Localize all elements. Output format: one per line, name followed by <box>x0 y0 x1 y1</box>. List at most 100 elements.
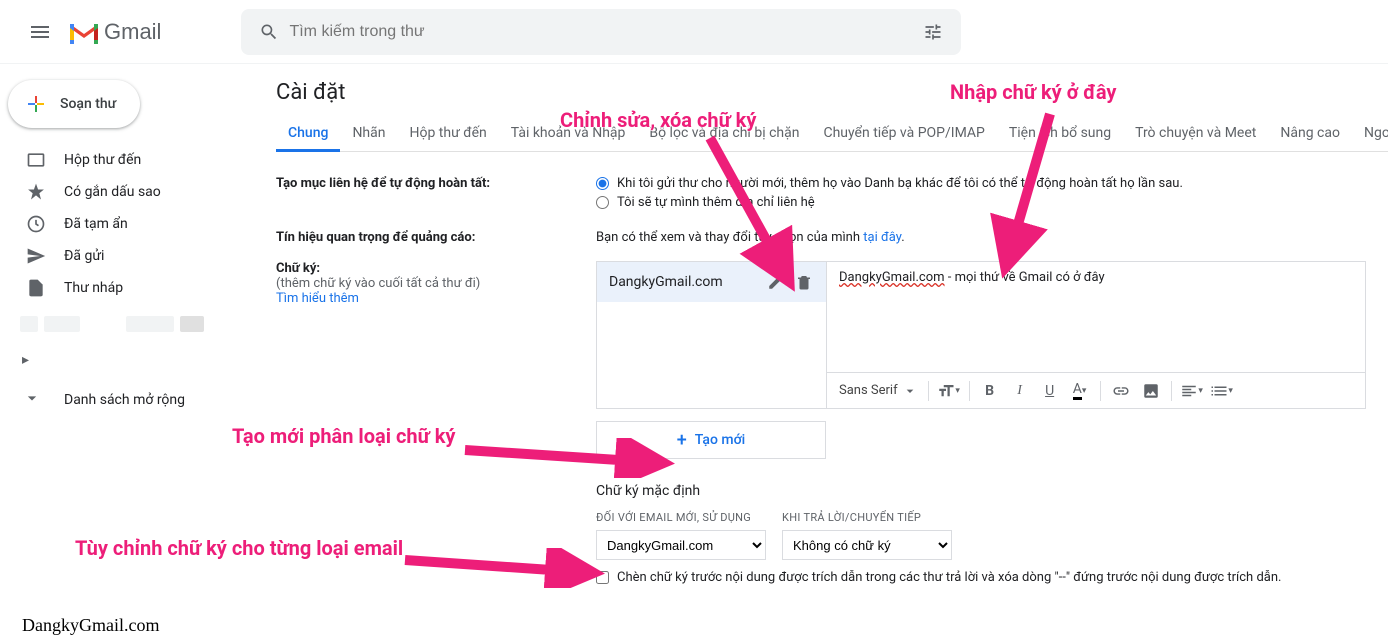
search-bar[interactable] <box>241 9 961 55</box>
setting-ad-signals: Tín hiệu quan trọng để quảng cáo: Bạn có… <box>276 222 1388 253</box>
link-icon <box>1112 382 1130 400</box>
signature-before-quote-checkbox[interactable] <box>596 571 609 584</box>
bold-icon: B <box>985 383 994 399</box>
signature-content-area[interactable]: DangkyGmail.com - mọi thứ về Gmail có ở … <box>827 262 1365 372</box>
drafts-icon <box>26 278 46 298</box>
link-button[interactable] <box>1107 377 1135 405</box>
nav-snoozed[interactable]: Đã tạm ẩn <box>0 208 256 240</box>
font-size-button[interactable]: ▾ <box>935 377 963 405</box>
signature-defaults: Chữ ký mặc định ĐỐI VỚI EMAIL MỚI, SỬ DỤ… <box>596 483 1388 585</box>
tab-offline[interactable]: Ngoại <box>1352 117 1388 151</box>
chevron-right-icon: ▸ <box>22 352 42 368</box>
star-icon <box>26 182 46 202</box>
inbox-icon <box>26 150 46 170</box>
italic-icon: I <box>1017 383 1022 399</box>
signature-name: DangkyGmail.com <box>609 274 762 290</box>
tab-accounts[interactable]: Tài khoản và Nhập <box>499 117 638 151</box>
underline-icon: U <box>1045 383 1054 399</box>
reply-header: KHI TRẢ LỜI/CHUYỂN TIẾP <box>782 511 952 524</box>
gmail-logo[interactable]: Gmail <box>68 19 161 45</box>
ad-signals-text: Bạn có thể xem và thay đổi tùy chọn của … <box>596 230 863 245</box>
contacts-radio-manual-label: Tôi sẽ tự mình thêm địa chỉ liên hệ <box>617 195 815 210</box>
nav-drafts[interactable]: Thư nháp <box>0 272 256 304</box>
signature-list: DangkyGmail.com <box>596 261 826 409</box>
sidebar-redacted-row <box>20 308 256 340</box>
nav-inbox[interactable]: Hộp thư đến <box>0 144 256 176</box>
main-menu-button[interactable] <box>16 8 64 56</box>
settings-title: Cài đặt <box>276 80 1388 105</box>
search-icon[interactable] <box>249 12 289 52</box>
image-button[interactable] <box>1137 377 1165 405</box>
setting-contacts-autocomplete: Tạo mục liên hệ để tự động hoàn tất: Khi… <box>276 168 1388 222</box>
contacts-radio-manual[interactable] <box>596 196 609 209</box>
ad-signals-label: Tín hiệu quan trọng để quảng cáo: <box>276 230 475 245</box>
text-color-button[interactable]: A▾ <box>1066 377 1094 405</box>
signature-sublabel: (thêm chữ ký vào cuối tất cả thư đi) <box>276 276 596 291</box>
search-input[interactable] <box>289 23 913 41</box>
signature-edit-button[interactable] <box>762 268 790 296</box>
font-family-select[interactable]: Sans Serif <box>835 383 922 399</box>
compose-plus-icon <box>24 92 48 116</box>
text-color-icon: A <box>1073 381 1082 400</box>
tab-advanced[interactable]: Nâng cao <box>1268 117 1352 151</box>
nav-collapse-caret[interactable]: ▸ <box>0 344 256 376</box>
trash-icon <box>795 273 813 291</box>
tab-addons[interactable]: Tiện ích bổ sung <box>997 117 1123 151</box>
bold-button[interactable]: B <box>976 377 1004 405</box>
list-button[interactable]: ▾ <box>1208 377 1236 405</box>
compose-label: Soạn thư <box>60 96 116 112</box>
contacts-radio-auto[interactable] <box>596 177 609 190</box>
text-size-icon <box>937 382 955 400</box>
signature-delete-button[interactable] <box>790 268 818 296</box>
pencil-icon <box>767 273 785 291</box>
nav-sent[interactable]: Đã gửi <box>0 240 256 272</box>
settings-main: Cài đặt Chung Nhãn Hộp thư đến Tài khoản… <box>256 64 1388 644</box>
create-signature-button[interactable]: + Tạo mới <box>596 421 826 459</box>
hamburger-icon <box>28 20 52 44</box>
contacts-radio-auto-label: Khi tôi gửi thư cho người mới, thêm họ v… <box>617 176 1183 191</box>
align-icon <box>1180 382 1198 400</box>
signature-label: Chữ ký: <box>276 261 596 276</box>
list-icon <box>1210 382 1228 400</box>
contacts-label: Tạo mục liên hệ để tự động hoàn tất: <box>276 176 490 191</box>
chevron-down-icon <box>22 388 42 412</box>
tab-forwarding[interactable]: Chuyển tiếp và POP/IMAP <box>811 117 996 151</box>
setting-signature: Chữ ký: (thêm chữ ký vào cuối tất cả thư… <box>276 253 1388 593</box>
signature-reply-select[interactable]: Không có chữ ký <box>782 530 952 560</box>
italic-button[interactable]: I <box>1006 377 1034 405</box>
sent-icon <box>26 246 46 266</box>
compose-button[interactable]: Soạn thư <box>8 80 140 128</box>
tab-general[interactable]: Chung <box>276 117 340 152</box>
watermark: DangkyGmail.com <box>22 615 159 636</box>
image-icon <box>1142 382 1160 400</box>
settings-tabs: Chung Nhãn Hộp thư đến Tài khoản và Nhập… <box>276 117 1388 152</box>
dropdown-icon <box>902 383 918 399</box>
tab-inbox[interactable]: Hộp thư đến <box>397 117 498 151</box>
signature-editor: DangkyGmail.com - mọi thứ về Gmail có ở … <box>826 261 1366 409</box>
header: Gmail <box>0 0 1388 64</box>
sidebar: Soạn thư Hộp thư đến Có gắn dấu sao Đã t… <box>0 64 256 644</box>
signature-box: DangkyGmail.com DangkyGmail.com - mọi th… <box>596 261 1366 409</box>
clock-icon <box>26 214 46 234</box>
align-button[interactable]: ▾ <box>1178 377 1206 405</box>
signature-text-link: DangkyGmail.com <box>839 270 945 285</box>
tab-filters[interactable]: Bộ lọc và địa chỉ bị chặn <box>637 117 811 151</box>
tab-labels[interactable]: Nhãn <box>340 117 397 151</box>
tab-chat[interactable]: Trò chuyện và Meet <box>1123 117 1268 151</box>
new-email-header: ĐỐI VỚI EMAIL MỚI, SỬ DỤNG <box>596 511 766 524</box>
plus-icon: + <box>677 430 687 451</box>
nav-starred[interactable]: Có gắn dấu sao <box>0 176 256 208</box>
defaults-title: Chữ ký mặc định <box>596 483 1388 499</box>
nav-expand[interactable]: Danh sách mở rộng <box>0 384 256 416</box>
signature-text-rest: - mọi thứ về Gmail có ở đây <box>945 270 1105 285</box>
signature-toolbar: Sans Serif ▾ B I U A▾ <box>827 372 1365 408</box>
gmail-logo-text: Gmail <box>104 19 161 45</box>
ad-signals-link[interactable]: tại đây <box>863 230 901 245</box>
signature-checkbox-label: Chèn chữ ký trước nội dung được trích dẫ… <box>617 570 1281 585</box>
gmail-icon <box>68 20 100 44</box>
search-options-icon[interactable] <box>913 12 953 52</box>
signature-learn-more[interactable]: Tìm hiểu thêm <box>276 291 596 306</box>
signature-item[interactable]: DangkyGmail.com <box>597 262 826 302</box>
signature-new-select[interactable]: DangkyGmail.com <box>596 530 766 560</box>
underline-button[interactable]: U <box>1036 377 1064 405</box>
